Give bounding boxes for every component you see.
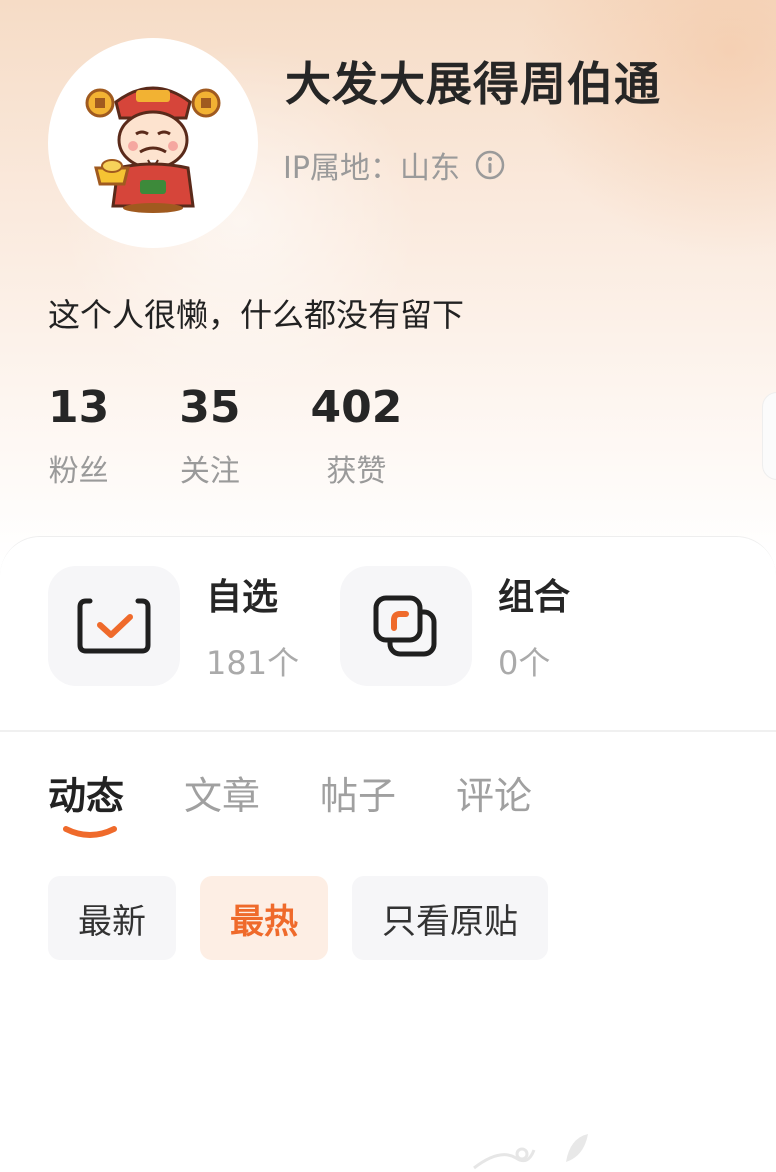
stat-followers[interactable]: 13 粉丝 (48, 382, 109, 490)
ip-location-row: IP属地：山东 (283, 143, 506, 187)
filter-original-only[interactable]: 只看原贴 (352, 876, 548, 960)
divider (0, 730, 776, 732)
tab-posts[interactable]: 帖子 (320, 765, 396, 820)
portfolio-count: 0个 (498, 644, 551, 682)
tab-activity[interactable]: 动态 (48, 765, 125, 838)
watchlist-count: 181个 (206, 644, 300, 682)
stat-label: 粉丝 (48, 454, 109, 489)
tab-label: 文章 (184, 774, 261, 818)
stat-label: 获赞 (326, 454, 387, 489)
tab-label: 评论 (456, 774, 533, 818)
stat-following[interactable]: 35 关注 (179, 382, 240, 490)
stat-likes[interactable]: 402 获赞 (310, 382, 402, 490)
leaf-watermark-icon (473, 1134, 588, 1170)
watchlist-title: 自选 (206, 577, 279, 618)
stat-value: 402 (310, 382, 403, 433)
stat-value: 35 (179, 382, 241, 433)
watchlist-card[interactable]: 自选 181个 (48, 566, 299, 686)
avatar[interactable] (48, 38, 258, 248)
portfolio-title: 组合 (498, 577, 571, 618)
tab-label: 动态 (48, 774, 125, 818)
watchlist-icon-box (48, 566, 180, 686)
filter-chips: 最新 最热 只看原贴 (48, 876, 572, 960)
header-decoration (520, 0, 776, 260)
bio: 这个人很懒，什么都没有留下 (48, 296, 465, 334)
tab-comments[interactable]: 评论 (456, 765, 532, 820)
overlap-squares-icon (373, 595, 437, 657)
content-tabs: 动态 文章 帖子 评论 (48, 765, 592, 838)
stat-value: 13 (48, 382, 110, 433)
check-box-icon (77, 598, 151, 654)
ip-location-text: IP属地：山东 (283, 151, 460, 186)
stats-row: 13 粉丝 35 关注 402 获赞 (48, 382, 472, 490)
portfolio-icon-box (340, 566, 472, 686)
username: 大发大展得周伯通 (285, 57, 661, 111)
filter-latest[interactable]: 最新 (48, 876, 176, 960)
side-drawer-handle[interactable] (762, 392, 776, 480)
active-tab-indicator (63, 826, 117, 838)
portfolio-card[interactable]: 组合 0个 (340, 566, 570, 686)
stat-label: 关注 (179, 454, 240, 489)
god-of-wealth-avatar-icon (85, 86, 221, 213)
info-icon[interactable] (474, 149, 506, 181)
tab-articles[interactable]: 文章 (184, 765, 260, 820)
tab-label: 帖子 (320, 774, 397, 818)
filter-hottest[interactable]: 最热 (200, 876, 328, 960)
